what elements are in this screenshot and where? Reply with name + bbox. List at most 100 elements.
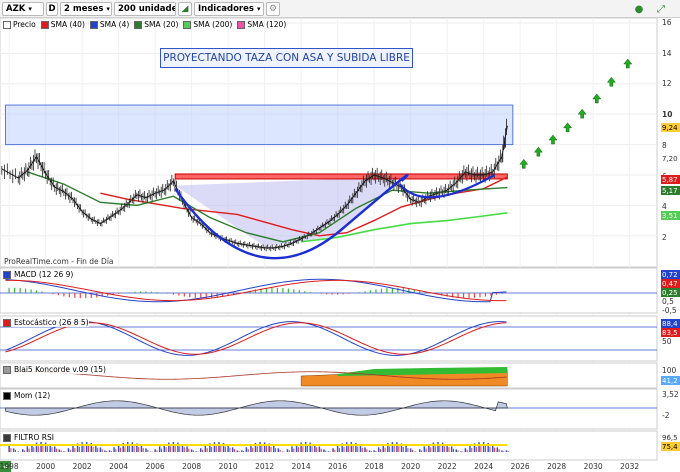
year-tick: 2006: [145, 462, 165, 471]
color-swatch: [3, 318, 11, 327]
price-badge: 7,20: [661, 154, 680, 163]
color-swatch: [3, 270, 11, 279]
year-tick: 2026: [510, 462, 530, 471]
legend-label: SMA (40): [50, 20, 85, 29]
legend-label: SMA (200): [193, 20, 233, 29]
macd-pane-label[interactable]: MACD (12 26 9): [3, 270, 74, 279]
chevron-down-icon: ▾: [256, 5, 261, 13]
stoch-pane-label[interactable]: Estocástico (26 8 5): [3, 318, 89, 327]
units-selector[interactable]: 200 unidades▾: [114, 2, 176, 16]
price-tick: 4: [662, 202, 667, 211]
price-tick: 14: [662, 49, 672, 58]
year-tick: 2022: [437, 462, 457, 471]
year-tick: 2032: [620, 462, 640, 471]
year-tick: 2010: [218, 462, 238, 471]
legend-label: SMA (4): [99, 20, 130, 29]
brand-label: ProRealTime.com - Fin de Día: [4, 257, 114, 266]
indicators-label: Indicadores: [198, 4, 254, 14]
legend-item[interactable]: SMA (4): [89, 20, 130, 29]
rsi-avg-badge: 75,4: [661, 442, 680, 451]
daily-label: D: [48, 4, 56, 14]
indicators-button[interactable]: Indicadores ▾: [194, 2, 264, 16]
rsi-pane-label[interactable]: FILTRO RSI: [3, 433, 54, 442]
year-tick: 2020: [401, 462, 421, 471]
color-swatch: [3, 433, 11, 442]
stoch-d-badge: 83,5: [661, 328, 680, 337]
period-selector[interactable]: 2 meses ▾: [60, 2, 112, 16]
sma40-badge: 5,87: [661, 175, 680, 184]
daily-button[interactable]: D: [46, 2, 58, 16]
legend-swatch: [134, 20, 143, 29]
legend-item[interactable]: SMA (20): [134, 20, 178, 29]
stoch-tick: 50: [662, 337, 672, 346]
legend-label: SMA (20): [144, 20, 179, 29]
price-tick: 16: [662, 18, 672, 27]
target-zone-box: [4, 104, 514, 146]
year-tick: 2012: [255, 462, 275, 471]
period-label: 2 meses: [64, 4, 104, 14]
legend-item[interactable]: Precio: [3, 20, 36, 29]
last-price-badge: 9,24: [661, 123, 680, 132]
ticker-label: AZK: [6, 4, 26, 14]
koncorde-pane-label[interactable]: Blai5 Koncorde v.09 (15): [3, 365, 106, 374]
legend-swatch: [3, 20, 11, 29]
mom-tick: -2: [662, 411, 670, 420]
settings-icon[interactable]: ⚙: [266, 2, 280, 16]
stoch-label: Estocástico (26 8 5): [14, 318, 89, 327]
macd-label: MACD (12 26 9): [14, 270, 74, 279]
koncorde-tick: 100: [662, 366, 677, 375]
legend-item[interactable]: SMA (120): [237, 20, 286, 29]
macd-signal-badge: 0,47: [661, 279, 680, 288]
rsi-badge: 96,5: [661, 433, 680, 442]
macd-pane: [0, 267, 658, 314]
year-tick: 2008: [182, 462, 202, 471]
rsi-label: FILTRO RSI: [14, 433, 54, 442]
legend-label: Precio: [13, 20, 36, 29]
window-controls: ● ⤢: [630, 1, 670, 17]
price-tick: 10: [662, 110, 673, 119]
chart-style-icon[interactable]: ◢: [178, 2, 192, 16]
macd-badge: 0,72: [661, 270, 680, 279]
mom-pane-label[interactable]: Mom (12): [3, 391, 51, 400]
year-tick: 2018: [364, 462, 384, 471]
koncorde-label: Blai5 Koncorde v.09 (15): [14, 365, 106, 374]
stoch-k-badge: 88,4: [661, 319, 680, 328]
price-tick: 12: [662, 79, 672, 88]
legend-item[interactable]: SMA (200): [183, 20, 232, 29]
year-tick: 2000: [36, 462, 56, 471]
price-chart[interactable]: [0, 0, 680, 472]
chevron-down-icon: ▾: [106, 5, 110, 13]
color-swatch: [3, 365, 11, 374]
legend-item[interactable]: SMA (40): [40, 20, 85, 29]
year-tick: 2002: [72, 462, 92, 471]
macd-hist-badge: 0,25: [661, 288, 680, 297]
legend-swatch: [237, 20, 246, 29]
price-tick: 2: [662, 233, 667, 242]
chart-annotation[interactable]: PROYECTANDO TAZA CON ASA Y SUBIDA LIBRE: [160, 48, 413, 68]
macd-tick: 0,5: [662, 297, 674, 306]
sma200-badge: 3,51: [661, 211, 680, 220]
year-tick: 2030: [583, 462, 603, 471]
legend-label: SMA (120): [247, 20, 287, 29]
year-tick: 2028: [547, 462, 567, 471]
year-tick: 2004: [109, 462, 129, 471]
year-tick: 1998: [0, 462, 19, 471]
koncorde-badge: 41,2: [661, 376, 680, 385]
year-tick: 2024: [474, 462, 494, 471]
ticker-selector[interactable]: AZK ▾: [2, 2, 44, 16]
legend-swatch: [40, 20, 49, 29]
chevron-down-icon: ▾: [28, 5, 32, 13]
toolbar: AZK▾ D 2 meses▾ 200 unidades▾ ◢ Indicado…: [0, 0, 680, 18]
sma20-badge: 5,17: [661, 186, 680, 195]
units-label: 200 unidades: [118, 4, 175, 14]
color-swatch: [3, 391, 11, 400]
price-tick: 8: [662, 141, 667, 150]
mom-tick: 3,52: [662, 390, 679, 399]
expand-icon[interactable]: ⤢: [652, 1, 670, 17]
mom-label: Mom (12): [14, 391, 51, 400]
price-legend: Precio SMA (40) SMA (4) SMA (20) SMA (200) SM…: [0, 18, 600, 31]
record-icon[interactable]: ●: [630, 1, 648, 17]
year-tick: 2016: [328, 462, 348, 471]
macd-tick: -0,5: [662, 306, 677, 315]
legend-swatch: [183, 20, 192, 29]
